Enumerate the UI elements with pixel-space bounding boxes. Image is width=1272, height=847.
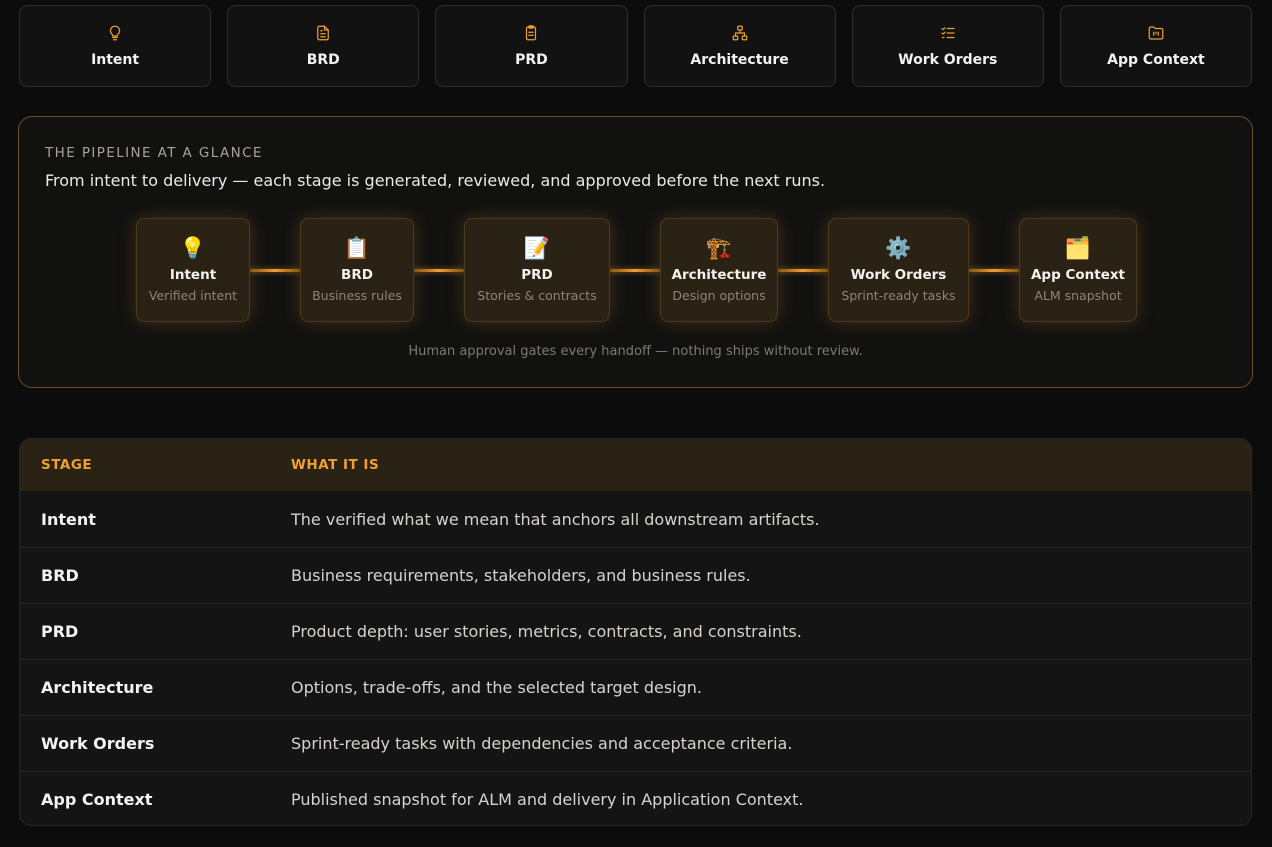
clipboard-icon: 📋 bbox=[343, 236, 371, 260]
table-row: App Context Published snapshot for ALM a… bbox=[20, 771, 1251, 825]
construction-icon: 🏗️ bbox=[705, 236, 733, 260]
tab-prd[interactable]: PRD bbox=[435, 5, 628, 87]
gear-icon: ⚙️ bbox=[885, 236, 912, 260]
stage-cell: Architecture bbox=[41, 678, 154, 697]
connector bbox=[414, 269, 464, 272]
stage-subtitle: Stories & contracts bbox=[477, 288, 597, 303]
memo-icon: 📝 bbox=[523, 236, 551, 260]
pipeline-panel: THE PIPELINE AT A GLANCE From intent to … bbox=[18, 116, 1253, 388]
tab-label: Architecture bbox=[690, 52, 789, 68]
pipeline-stage-intent[interactable]: 💡 Intent Verified intent bbox=[136, 218, 250, 322]
connector bbox=[250, 269, 300, 272]
folder-icon bbox=[1148, 26, 1164, 40]
tab-label: App Context bbox=[1107, 52, 1205, 68]
stage-cell: App Context bbox=[41, 790, 153, 809]
description-cell: The verified what we mean that anchors a… bbox=[291, 509, 820, 529]
stage-cell: BRD bbox=[41, 566, 79, 585]
stage-cell: Intent bbox=[41, 509, 96, 529]
connector bbox=[778, 269, 828, 272]
stage-table: STAGE WHAT IT IS Intent The verified wha… bbox=[19, 438, 1252, 826]
tab-label: Intent bbox=[91, 52, 140, 68]
pipeline-stage-app-context[interactable]: 🗂️ App Context ALM snapshot bbox=[1019, 218, 1137, 322]
stage-subtitle: Verified intent bbox=[148, 288, 238, 303]
tab-work-orders[interactable]: Work Orders bbox=[851, 5, 1044, 87]
pipeline-stage-brd[interactable]: 📋 BRD Business rules bbox=[300, 218, 414, 322]
tab-label: BRD bbox=[306, 52, 340, 68]
folder-icon: 🗂️ bbox=[1064, 236, 1092, 260]
stage-title: App Context bbox=[1030, 267, 1126, 283]
description-cell: Options, trade-offs, and the selected ta… bbox=[291, 678, 703, 697]
pipeline-stage-prd[interactable]: 📝 PRD Stories & contracts bbox=[464, 218, 610, 322]
stage-tabs: Intent BRD PRD Architecture Work Orders … bbox=[19, 5, 1253, 87]
pipeline-footnote: Human approval gates every handoff — not… bbox=[408, 344, 863, 359]
column-header-stage: STAGE bbox=[41, 457, 93, 473]
tab-architecture[interactable]: Architecture bbox=[643, 5, 836, 87]
tab-intent[interactable]: Intent bbox=[19, 5, 212, 87]
table-body: Intent The verified what we mean that an… bbox=[20, 491, 1251, 825]
table-row: Intent The verified what we mean that an… bbox=[20, 491, 1251, 547]
stage-subtitle: Business rules bbox=[312, 288, 402, 303]
connector bbox=[969, 269, 1019, 272]
stage-subtitle: ALM snapshot bbox=[1034, 288, 1122, 303]
tab-label: PRD bbox=[515, 52, 548, 68]
stage-title: Architecture bbox=[671, 267, 767, 283]
column-header-what-it-is: WHAT IT IS bbox=[291, 457, 380, 473]
stage-subtitle: Design options bbox=[672, 288, 766, 303]
clipboard-icon bbox=[526, 25, 537, 41]
stage-title: PRD bbox=[521, 267, 553, 283]
table-row: BRD Business requirements, stakeholders,… bbox=[20, 547, 1251, 603]
table-row: Architecture Options, trade-offs, and th… bbox=[20, 659, 1251, 715]
table-row: PRD Product depth: user stories, metrics… bbox=[20, 603, 1251, 659]
checklist-icon bbox=[941, 27, 955, 39]
stage-title: Work Orders bbox=[850, 267, 947, 283]
pipeline-eyebrow: THE PIPELINE AT A GLANCE bbox=[45, 145, 263, 161]
table-header: STAGE WHAT IT IS bbox=[20, 439, 1251, 491]
tab-brd[interactable]: BRD bbox=[227, 5, 420, 87]
stage-cell: PRD bbox=[41, 622, 79, 641]
pipeline-flow: 💡 Intent Verified intent 📋 BRD Business … bbox=[19, 218, 1252, 322]
lightbulb-icon: 💡 bbox=[179, 236, 207, 260]
hierarchy-icon bbox=[732, 25, 747, 41]
tab-label: Work Orders bbox=[898, 52, 998, 68]
description-cell: Product depth: user stories, metrics, co… bbox=[291, 622, 802, 641]
stage-title: Intent bbox=[169, 267, 217, 283]
lightbulb-icon bbox=[110, 25, 121, 41]
stage-cell: Work Orders bbox=[41, 734, 155, 753]
tab-app-context[interactable]: App Context bbox=[1059, 5, 1253, 87]
description-cell: Published snapshot for ALM and delivery … bbox=[291, 790, 804, 809]
pipeline-stage-work-orders[interactable]: ⚙️ Work Orders Sprint-ready tasks bbox=[828, 218, 969, 322]
stage-subtitle: Sprint-ready tasks bbox=[841, 288, 956, 303]
table-row: Work Orders Sprint-ready tasks with depe… bbox=[20, 715, 1251, 771]
connector bbox=[610, 269, 660, 272]
pipeline-stage-architecture[interactable]: 🏗️ Architecture Design options bbox=[660, 218, 778, 322]
pipeline-subtitle: From intent to delivery — each stage is … bbox=[45, 171, 826, 190]
description-cell: Business requirements, stakeholders, and… bbox=[291, 566, 751, 585]
document-icon bbox=[317, 25, 330, 41]
description-cell: Sprint-ready tasks with dependencies and… bbox=[291, 734, 793, 753]
stage-title: BRD bbox=[341, 267, 373, 283]
